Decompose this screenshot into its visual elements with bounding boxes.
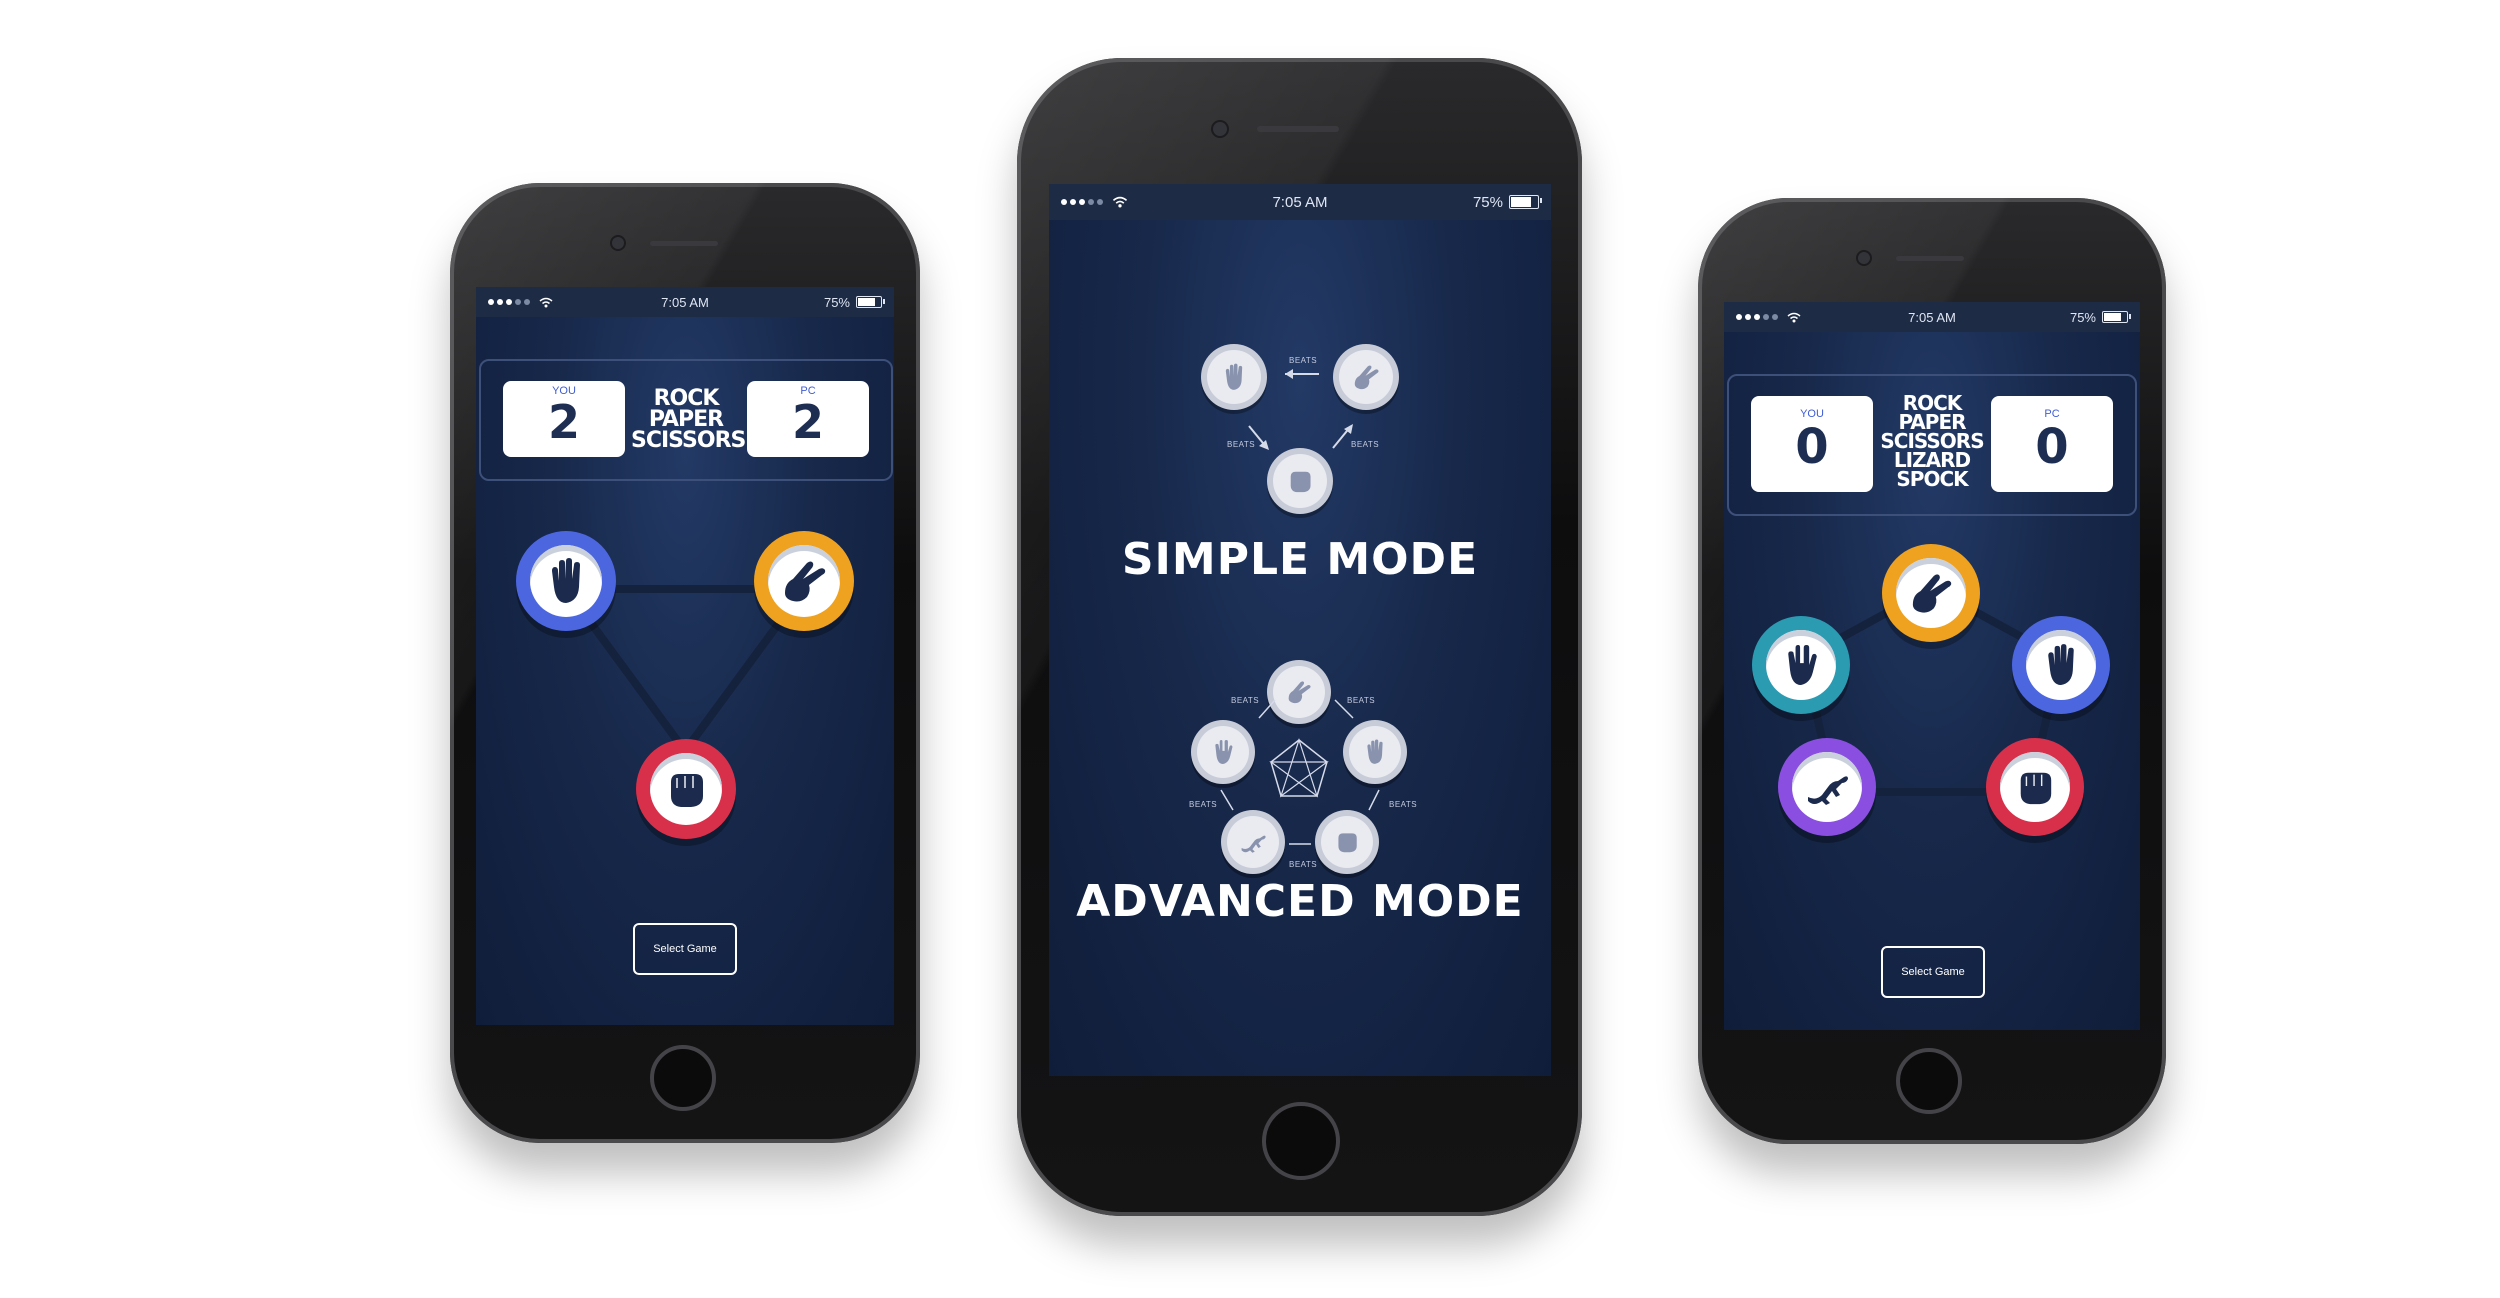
rock-choice-button[interactable] [636, 739, 736, 839]
rock-fist-icon [2020, 772, 2052, 805]
advanced-mode-arrows [1220, 699, 1380, 845]
simple-mode-title[interactable]: SIMPLE MODE [1049, 534, 1551, 585]
rock-fist-icon [671, 774, 703, 807]
paper-hand-icon [552, 558, 580, 603]
spock-choice-button[interactable] [1752, 616, 1850, 714]
lizard-icon [1808, 776, 1848, 805]
scissors-choice-button[interactable] [754, 531, 854, 631]
beats-label: BEATS [1231, 696, 1260, 705]
right-phone: 7:05 AM 75% YOU 0 ROCK PAPER SCISSORS LIZAR… [1698, 198, 2166, 1144]
advanced-mode-title[interactable]: ADVANCED MODE [1049, 876, 1551, 927]
battery-icon [1509, 195, 1542, 209]
status-bar: 7:05 AM 75% [1049, 184, 1551, 220]
beats-label: BEATS [1289, 356, 1318, 365]
select-game-button[interactable]: Select Game [633, 923, 737, 975]
front-camera [612, 237, 624, 249]
beats-label: BEATS [1351, 440, 1380, 449]
scissors-hand-icon [1912, 574, 1952, 613]
select-game-button[interactable]: Select Game [1881, 946, 1985, 998]
right-screen: 7:05 AM 75% YOU 0 ROCK PAPER SCISSORS LIZAR… [1724, 302, 2140, 1030]
advanced-mode-option[interactable]: BEATS BEATS BEATS BEATS BEATS [1049, 660, 1551, 880]
beats-label: BEATS [1227, 440, 1256, 449]
scissors-hand-icon [785, 561, 826, 602]
lizard-choice-button[interactable] [1778, 738, 1876, 836]
rock-choice-button[interactable] [1986, 738, 2084, 836]
home-button[interactable] [1262, 1102, 1340, 1180]
beats-label: BEATS [1389, 800, 1418, 809]
front-camera [1213, 122, 1227, 136]
scissors-choice-button[interactable] [1882, 544, 1980, 642]
paper-choice-button[interactable] [516, 531, 616, 631]
left-screen: 7:05 AM 75% YOU 2 ROCK PAPER SCISSORS PC 2 [476, 287, 894, 1025]
simple-mode-arrows [1248, 369, 1353, 450]
home-button[interactable] [650, 1045, 716, 1111]
center-phone: 7:05 AM 75% BEATS BEATS BEATS SIMPLE MOD… [1017, 58, 1582, 1216]
spock-hand-icon [1788, 645, 1817, 685]
choice-connector-lines [558, 585, 812, 758]
center-screen: 7:05 AM 75% BEATS BEATS BEATS SIMPLE MOD… [1049, 184, 1551, 1076]
home-button[interactable] [1896, 1048, 1962, 1114]
beats-label: BEATS [1189, 800, 1218, 809]
beats-label: BEATS [1289, 860, 1318, 869]
left-phone: 7:05 AM 75% YOU 2 ROCK PAPER SCISSORS PC 2 [450, 183, 920, 1143]
earpiece-speaker [1257, 126, 1339, 132]
earpiece-speaker [1896, 256, 1964, 261]
battery-percent: 75% [1472, 193, 1503, 211]
beats-label: BEATS [1347, 696, 1376, 705]
paper-hand-icon [2048, 644, 2074, 685]
earpiece-speaker [650, 241, 718, 246]
front-camera [1858, 252, 1870, 264]
paper-choice-button[interactable] [2012, 616, 2110, 714]
